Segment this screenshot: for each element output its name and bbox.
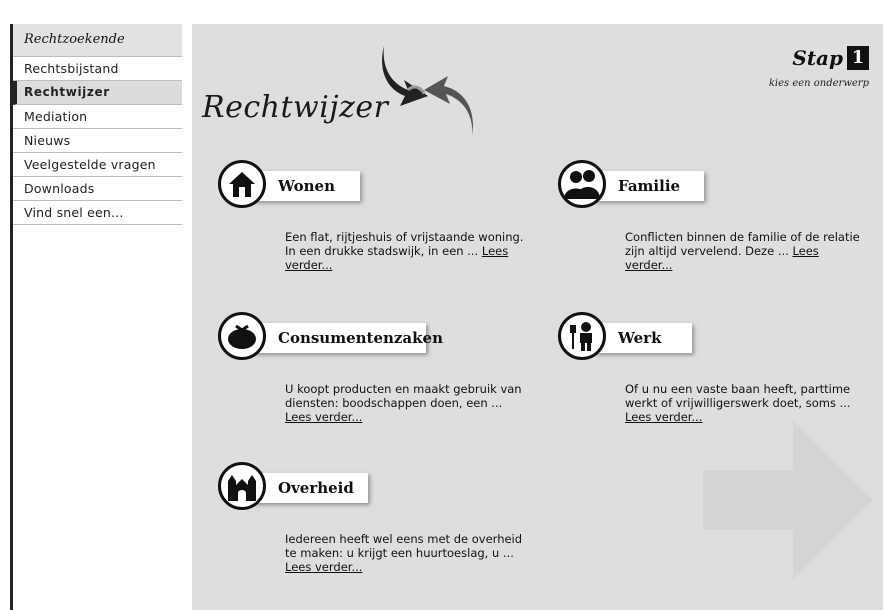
sidebar-item-rechtsbijstand[interactable]: Rechtsbijstand [13,57,182,81]
topic-description: Of u nu een vaste baan heeft, parttime w… [625,382,865,424]
house-icon[interactable] [218,160,266,208]
read-more-link[interactable]: Lees verder... [285,410,362,424]
sidebar-item-mediation[interactable]: Mediation [13,105,182,129]
topic-description: U koopt producten en maakt gebruik van d… [285,382,525,424]
sidebar: Rechtzoekende Rechtsbijstand Rechtwijzer… [13,24,182,225]
topic-description: Conflicten binnen de familie of de relat… [625,230,865,272]
read-more-link[interactable]: Lees verder... [625,410,702,424]
step-subtitle: kies een onderwerp [768,78,869,89]
topic-text: U koopt producten en maakt gebruik van d… [285,382,522,410]
step-number: 1 [847,46,869,70]
topic-title[interactable]: Wonen [254,171,360,201]
page-title: Rechtwijzer [202,90,389,125]
topic-title[interactable]: Werk [594,323,692,353]
topic-description: Iedereen heeft wel eens met de overheid … [285,532,525,574]
topic-description: Een flat, rijtjeshuis of vrijstaande won… [285,230,525,272]
sidebar-item-veelgestelde-vragen[interactable]: Veelgestelde vragen [13,153,182,177]
sidebar-header: Rechtzoekende [13,24,182,57]
read-more-link[interactable]: Lees verder... [285,560,362,574]
topic-text: Iedereen heeft wel eens met de overheid … [285,532,523,560]
family-icon[interactable] [558,160,606,208]
sidebar-item-downloads[interactable]: Downloads [13,177,182,201]
sidebar-item-nieuws[interactable]: Nieuws [13,129,182,153]
purse-icon[interactable] [218,312,266,360]
rechtwijzer-logo-icon [382,46,473,136]
topic-title[interactable]: Familie [594,171,704,201]
topic-title[interactable]: Consumentenzaken [254,323,443,353]
topic-text: Conflicten binnen de familie of de relat… [625,230,860,258]
step-label: Stap [792,46,843,70]
topic-title[interactable]: Overheid [254,473,368,503]
topic-text: Of u nu een vaste baan heeft, parttime w… [625,382,851,410]
government-building-icon[interactable] [218,462,266,510]
step-indicator: Stap 1 kies een onderwerp [769,46,869,89]
sidebar-item-vind-snel-een[interactable]: Vind snel een... [13,201,182,225]
sidebar-item-rechtwijzer[interactable]: Rechtwijzer [13,81,182,105]
main-panel: Rechtwijzer Stap 1 kies een onderwerp Won… [192,24,883,610]
worker-icon[interactable] [558,312,606,360]
